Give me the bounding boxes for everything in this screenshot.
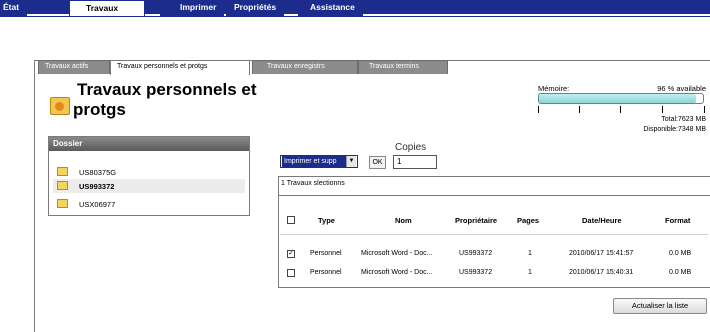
- column-header-format[interactable]: Format: [665, 216, 690, 225]
- folder-icon: [57, 181, 68, 190]
- action-select-value: Imprimer et supp: [282, 156, 346, 167]
- memory-percent: 96 % available: [657, 84, 706, 93]
- cell-pages: 1: [528, 269, 532, 276]
- cell-format: 0.0 MB: [669, 269, 692, 276]
- jobs-panel: [278, 176, 710, 288]
- folder-item-label: US993372: [79, 182, 115, 191]
- refresh-list-button[interactable]: Actualiser la liste: [613, 298, 707, 314]
- memory-tick: [538, 106, 539, 113]
- top-navigation: État Travaux Imprimer Propriétés Assista…: [0, 0, 710, 35]
- subtab-travaux-enregistres[interactable]: Travaux enregistrs: [252, 60, 358, 74]
- cell-name[interactable]: Microsoft Word - Doc...: [361, 250, 432, 257]
- column-header-nom[interactable]: Nom: [395, 216, 412, 225]
- tab-proprietes[interactable]: Propriétés: [226, 0, 285, 16]
- folder-icon: [57, 167, 68, 176]
- folder-item-label: US80375G: [79, 168, 117, 177]
- cell-format: 0.0 MB: [669, 250, 692, 257]
- subtab-travaux-personnels[interactable]: Travaux personnels et protgs: [110, 60, 250, 75]
- folder-item[interactable]: USX06977: [53, 197, 245, 211]
- memory-tick: [579, 106, 580, 113]
- page-title-continued: protgs: [73, 100, 126, 119]
- subtab-travaux-termines[interactable]: Travaux termins: [358, 60, 448, 74]
- folder-list-header: Dossier: [49, 137, 249, 151]
- tab-travaux[interactable]: Travaux: [69, 0, 145, 17]
- cell-datetime: 2010/06/17 15:41:57: [569, 250, 634, 257]
- copies-input[interactable]: 1: [393, 155, 437, 169]
- tab-imprimer[interactable]: Imprimer: [160, 0, 225, 16]
- subtab-travaux-actifs-label: Travaux actifs: [45, 63, 89, 70]
- folder-item-selected[interactable]: US993372: [53, 179, 245, 193]
- memory-tick: [704, 106, 705, 113]
- tab-underline: [0, 16, 710, 17]
- cell-type: Personnel: [310, 250, 342, 257]
- ok-button[interactable]: OK: [369, 156, 386, 169]
- folder-icon: [57, 199, 68, 208]
- column-header-pages[interactable]: Pages: [517, 216, 539, 225]
- memory-gauge: [538, 93, 704, 104]
- tab-imprimer-label: Imprimer: [180, 2, 217, 12]
- cell-owner: US993372: [459, 269, 493, 276]
- cell-datetime: 2010/06/17 15:40:31: [569, 269, 634, 276]
- subtab-travaux-personnels-label: Travaux personnels et protgs: [117, 63, 208, 70]
- memory-label: Mémoire:: [538, 84, 570, 93]
- memory-gauge-fill: [539, 94, 697, 103]
- column-header-date[interactable]: Date/Heure: [582, 216, 622, 225]
- folder-list: Dossier US80375G US993372 USX06977: [48, 136, 250, 216]
- folder-item[interactable]: US80375G: [53, 165, 245, 179]
- memory-tick: [662, 106, 663, 113]
- cell-type: Personnel: [310, 269, 342, 276]
- column-header-proprietaire[interactable]: Propriétaire: [455, 216, 497, 225]
- jobs-divider: [278, 195, 710, 196]
- cell-name[interactable]: Microsoft Word - Doc...: [361, 269, 432, 276]
- tab-assistance-label: Assistance: [310, 2, 355, 12]
- cell-pages: 1: [528, 250, 532, 257]
- tab-proprietes-label: Propriétés: [234, 2, 277, 12]
- tab-etat-label: État: [3, 2, 20, 12]
- action-select[interactable]: Imprimer et supp ▼: [280, 155, 358, 168]
- select-all-checkbox[interactable]: [287, 216, 295, 224]
- subtab-travaux-termines-label: Travaux termins: [369, 63, 419, 70]
- memory-available: Disponible:7348 MB: [643, 126, 706, 133]
- chevron-down-icon[interactable]: ▼: [346, 156, 356, 167]
- folder-item-label: USX06977: [79, 200, 116, 209]
- table-header-divider: [280, 234, 708, 235]
- column-header-type[interactable]: Type: [318, 216, 335, 225]
- tab-travaux-label: Travaux: [86, 3, 119, 13]
- personal-folder-icon: [50, 97, 70, 115]
- tab-etat[interactable]: État: [0, 0, 28, 16]
- memory-total: Total:7623 MB: [661, 116, 706, 123]
- memory-tick: [620, 106, 621, 113]
- copies-label: Copies: [395, 142, 427, 153]
- row-checkbox[interactable]: ✓: [287, 250, 295, 258]
- cell-owner: US993372: [459, 250, 493, 257]
- tab-assistance[interactable]: Assistance: [298, 0, 363, 16]
- page-title: Travaux personnels et: [77, 80, 257, 99]
- selected-jobs-count: 1 Travaux slectionns: [281, 180, 345, 187]
- row-checkbox[interactable]: [287, 269, 295, 277]
- subtab-travaux-enregistres-label: Travaux enregistrs: [267, 63, 325, 70]
- subtab-travaux-actifs[interactable]: Travaux actifs: [38, 60, 110, 74]
- memory-gauge-ticks: [538, 106, 706, 114]
